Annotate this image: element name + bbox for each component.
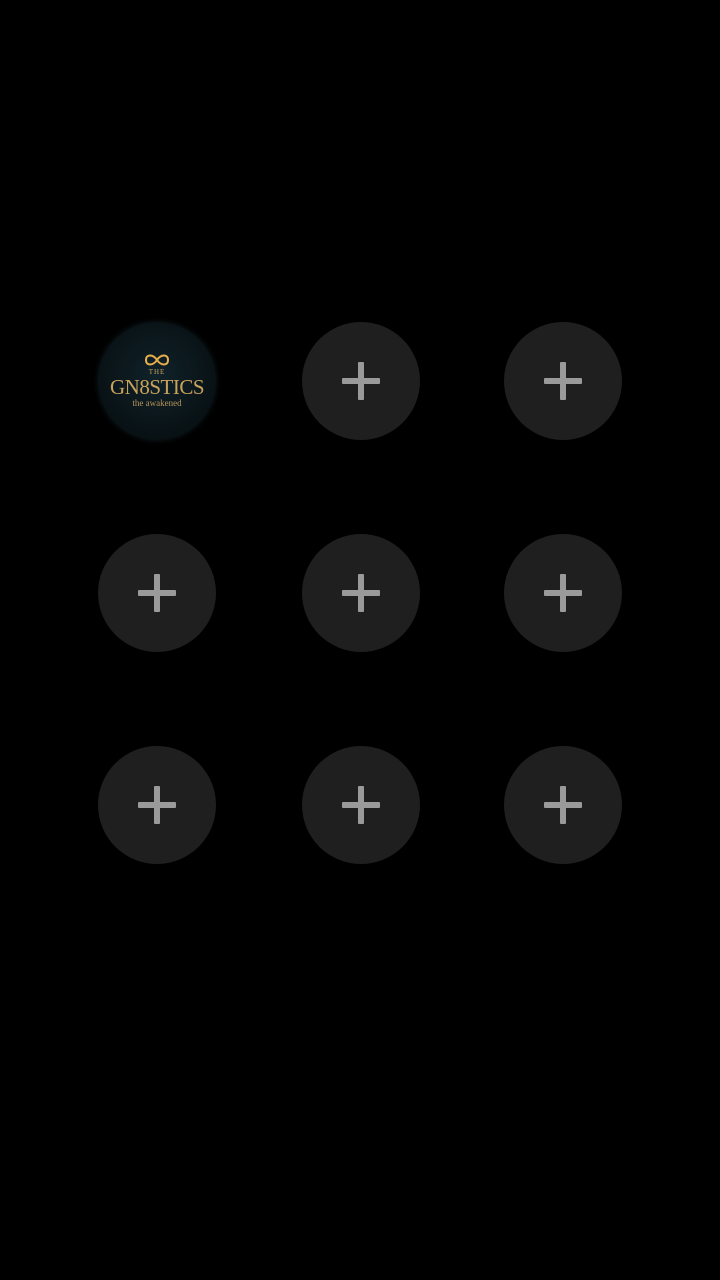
slot-grid: THE GN8STICS the awakened (0, 0, 720, 1280)
slot-logo-gnostics[interactable]: THE GN8STICS the awakened (98, 322, 216, 440)
plus-icon (138, 574, 176, 612)
logo-tagline-text: the awakened (132, 398, 182, 408)
plus-icon (544, 362, 582, 400)
add-slot-button[interactable] (98, 746, 216, 864)
plus-icon (342, 786, 380, 824)
add-slot-button[interactable] (504, 534, 622, 652)
add-slot-button[interactable] (302, 534, 420, 652)
add-slot-button[interactable] (302, 322, 420, 440)
infinity-icon (144, 354, 170, 366)
add-slot-button[interactable] (504, 322, 622, 440)
plus-icon (544, 574, 582, 612)
add-slot-button[interactable] (302, 746, 420, 864)
plus-icon (138, 786, 176, 824)
plus-icon (544, 786, 582, 824)
add-slot-button[interactable] (98, 534, 216, 652)
plus-icon (342, 574, 380, 612)
add-slot-button[interactable] (504, 746, 622, 864)
plus-icon (342, 362, 380, 400)
logo-name-text: GN8STICS (109, 375, 205, 399)
